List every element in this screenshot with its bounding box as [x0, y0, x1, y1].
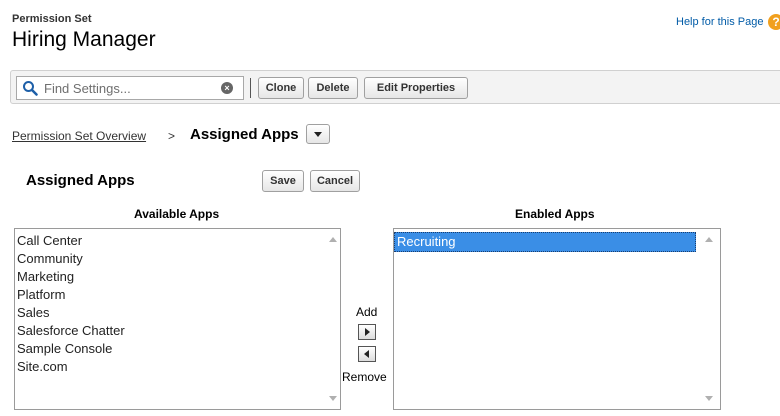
search-input[interactable] — [44, 80, 214, 96]
remove-arrow-button[interactable] — [358, 346, 376, 362]
list-item[interactable]: Community — [15, 250, 340, 268]
breadcrumb-dropdown-button[interactable] — [306, 124, 330, 144]
list-item[interactable]: Platform — [15, 286, 340, 304]
list-item-selected[interactable]: Recruiting — [394, 232, 696, 252]
enabled-apps-list[interactable]: Recruiting — [393, 228, 721, 410]
page-type-label: Permission Set — [12, 13, 92, 25]
section-title: Assigned Apps — [26, 172, 135, 189]
list-item[interactable]: Salesforce Chatter — [15, 322, 340, 340]
search-icon — [23, 81, 38, 96]
edit-properties-button[interactable]: Edit Properties — [364, 77, 468, 99]
add-arrow-button[interactable] — [358, 324, 376, 340]
scroll-up-icon[interactable] — [705, 237, 713, 242]
toolbar-divider — [250, 78, 251, 98]
page-title: Hiring Manager — [12, 28, 156, 51]
clone-button[interactable]: Clone — [258, 77, 304, 99]
save-button[interactable]: Save — [262, 170, 304, 192]
list-item[interactable]: Marketing — [15, 268, 340, 286]
help-link[interactable]: Help for this Page — [676, 16, 763, 28]
arrow-left-icon — [364, 350, 369, 358]
arrow-right-icon — [365, 328, 370, 336]
remove-label: Remove — [342, 370, 387, 384]
list-item[interactable]: Sample Console — [15, 340, 340, 358]
enabled-apps-header: Enabled Apps — [515, 207, 595, 221]
breadcrumb-overview-link[interactable]: Permission Set Overview — [12, 129, 146, 143]
cancel-button[interactable]: Cancel — [310, 170, 360, 192]
list-item[interactable]: Sales — [15, 304, 340, 322]
breadcrumb-current: Assigned Apps — [190, 126, 299, 143]
question-icon[interactable]: ? — [768, 14, 780, 30]
delete-button[interactable]: Delete — [308, 77, 358, 99]
scroll-down-icon[interactable] — [329, 396, 337, 401]
scroll-up-icon[interactable] — [329, 237, 337, 242]
scroll-down-icon[interactable] — [705, 396, 713, 401]
chevron-down-icon — [314, 132, 322, 137]
clear-search-icon[interactable]: × — [221, 82, 233, 94]
list-item[interactable]: Site.com — [15, 358, 340, 376]
add-label: Add — [356, 305, 378, 319]
available-apps-header: Available Apps — [134, 207, 220, 221]
list-item[interactable]: Call Center — [15, 232, 340, 250]
available-apps-list[interactable]: Call Center Community Marketing Platform… — [14, 228, 341, 410]
breadcrumb-separator: > — [168, 129, 176, 143]
